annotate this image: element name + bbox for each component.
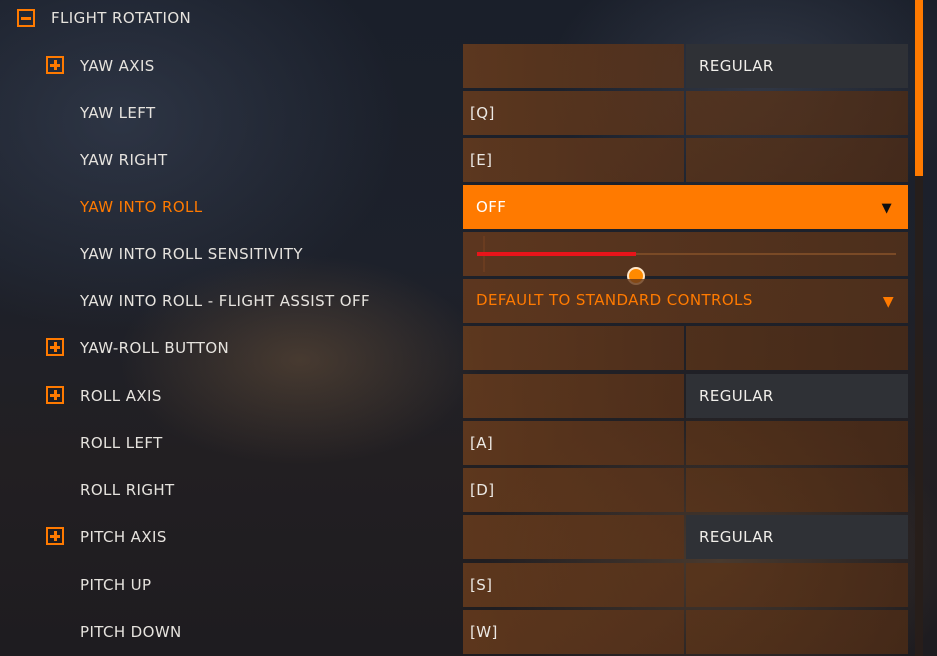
section-header-flight-rotation[interactable]: FLIGHT ROTATION (0, 0, 910, 38)
binding-row-roll-axis: ROLL AXIS REGULAR (0, 374, 910, 418)
binding-label: PITCH UP (80, 576, 152, 594)
binding-row-yaw-into-roll-fa-off: YAW INTO ROLL - FLIGHT ASSIST OFF DEFAUL… (0, 279, 910, 323)
expand-icon[interactable] (46, 386, 64, 404)
axis-mode-slot[interactable]: REGULAR (686, 515, 908, 559)
primary-binding-slot[interactable]: [D] (463, 468, 684, 512)
primary-binding-slot[interactable] (463, 374, 684, 418)
binding-label: YAW-ROLL BUTTON (80, 339, 230, 357)
dropdown-value: OFF (476, 198, 507, 216)
binding-label: PITCH AXIS (80, 528, 167, 546)
caret-down-icon: ▼ (881, 201, 892, 216)
scrollbar-thumb[interactable] (915, 0, 923, 176)
secondary-binding-slot[interactable] (686, 326, 908, 370)
collapse-icon[interactable] (17, 9, 35, 27)
secondary-binding-slot[interactable] (686, 468, 908, 512)
binding-row-pitch-axis: PITCH AXIS REGULAR (0, 515, 910, 559)
binding-row-yaw-into-roll: YAW INTO ROLL OFF ▼ (0, 185, 910, 229)
binding-row-yaw-roll-button: YAW-ROLL BUTTON (0, 326, 910, 370)
slider-track[interactable] (477, 252, 896, 285)
primary-binding-slot[interactable] (463, 515, 684, 559)
binding-row-roll-right: ROLL RIGHT [D] (0, 468, 910, 512)
binding-row-yaw-axis: YAW AXIS REGULAR (0, 44, 910, 88)
binding-row-pitch-up: PITCH UP [S] (0, 563, 910, 607)
primary-binding-slot[interactable]: [W] (463, 610, 684, 654)
secondary-binding-slot[interactable] (686, 610, 908, 654)
binding-label: ROLL LEFT (80, 434, 163, 452)
binding-label: PITCH DOWN (80, 623, 182, 641)
primary-binding-slot[interactable] (463, 326, 684, 370)
binding-label: YAW INTO ROLL - FLIGHT ASSIST OFF (80, 292, 370, 310)
binding-label: ROLL AXIS (80, 387, 162, 405)
caret-down-icon: ▼ (882, 294, 894, 310)
primary-binding-slot[interactable]: [E] (463, 138, 684, 182)
axis-mode-slot[interactable]: REGULAR (686, 374, 908, 418)
binding-label: YAW RIGHT (80, 151, 168, 169)
secondary-binding-slot[interactable] (686, 138, 908, 182)
binding-label: YAW AXIS (80, 57, 155, 75)
binding-label: ROLL RIGHT (80, 481, 175, 499)
flight-assist-off-dropdown[interactable]: DEFAULT TO STANDARD CONTROLS ▼ (463, 279, 908, 323)
primary-binding-slot[interactable]: [S] (463, 563, 684, 607)
secondary-binding-slot[interactable] (686, 563, 908, 607)
axis-mode-slot[interactable]: REGULAR (686, 44, 908, 88)
slider-fill (477, 252, 637, 256)
section-title: FLIGHT ROTATION (51, 9, 192, 27)
dropdown-value: DEFAULT TO STANDARD CONTROLS (476, 291, 753, 309)
binding-row-pitch-down: PITCH DOWN [W] (0, 610, 910, 654)
binding-row-yaw-into-roll-sensitivity: YAW INTO ROLL SENSITIVITY (0, 232, 910, 285)
yaw-into-roll-dropdown[interactable]: OFF ▼ (463, 185, 908, 229)
binding-label: YAW INTO ROLL (80, 198, 203, 216)
secondary-binding-slot[interactable] (686, 421, 908, 465)
primary-binding-slot[interactable]: [Q] (463, 91, 684, 135)
sensitivity-slider[interactable] (463, 232, 908, 285)
secondary-binding-slot[interactable] (686, 91, 908, 135)
binding-row-yaw-left: YAW LEFT [Q] (0, 91, 910, 135)
expand-icon[interactable] (46, 338, 64, 356)
primary-binding-slot[interactable]: [A] (463, 421, 684, 465)
binding-label: YAW INTO ROLL SENSITIVITY (80, 245, 303, 263)
binding-label: YAW LEFT (80, 104, 156, 122)
expand-icon[interactable] (46, 56, 64, 74)
primary-binding-slot[interactable] (463, 44, 684, 88)
binding-row-roll-left: ROLL LEFT [A] (0, 421, 910, 465)
binding-row-yaw-right: YAW RIGHT [E] (0, 138, 910, 182)
expand-icon[interactable] (46, 527, 64, 545)
